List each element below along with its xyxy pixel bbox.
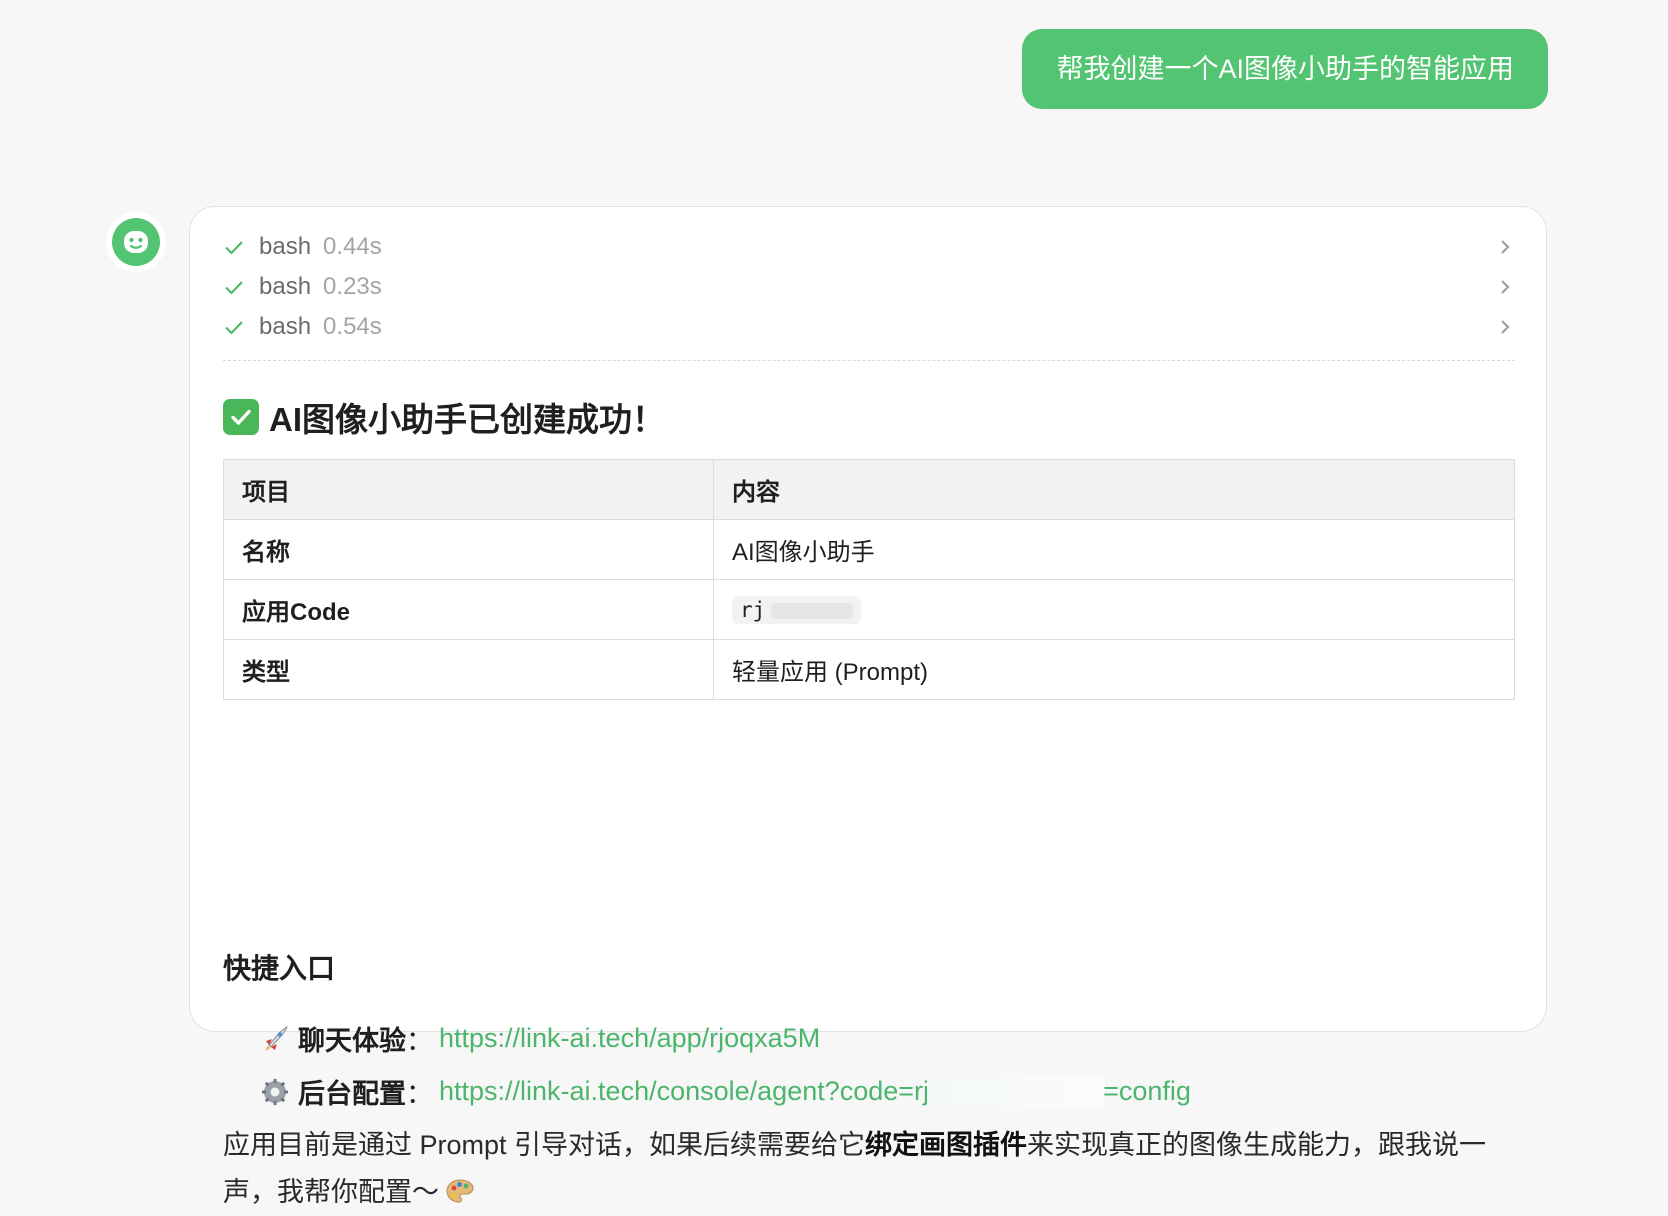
user-message-bubble: 帮我创建一个AI图像小助手的智能应用 (1022, 29, 1548, 109)
heading-text: AI图像小助手已创建成功！ (269, 401, 665, 438)
colon: ： (406, 1026, 433, 1056)
table-key-cell: 应用Code (223, 579, 714, 640)
assistant-avatar (112, 218, 160, 266)
table-header-cell: 项目 (223, 459, 714, 520)
redacted-area (927, 1077, 1106, 1108)
table-header-row: 项目 内容 (223, 459, 1515, 520)
chat-experience-link[interactable]: https://link-ai.tech/app/rjoqxa5M (439, 1023, 820, 1054)
shortcuts-heading: 快捷入口 (223, 953, 336, 984)
tool-call-list: bash 0.44s bash 0.23s bash 0.54s (223, 227, 1515, 347)
app-code-text: rj (740, 597, 766, 622)
tool-name: bash (259, 313, 312, 340)
tool-call-row[interactable]: bash 0.44s (223, 227, 1515, 267)
table-row: 类型 轻量应用 (Prompt) (223, 639, 1515, 700)
app-info-table: 项目 内容 名称 AI图像小助手 应用Code rj 类型 轻量应用 (Prom… (223, 459, 1515, 700)
check-icon (225, 281, 243, 295)
table-value-cell: 轻量应用 (Prompt) (713, 639, 1515, 700)
table-key-cell: 名称 (223, 519, 714, 580)
tool-duration: 0.23s (323, 273, 382, 300)
link-text-start: https://link-ai.tech/console/agent?code=… (439, 1075, 930, 1106)
table-key-cell: 类型 (223, 639, 714, 700)
shortcut-list: 聊天体验 ： https://link-ai.tech/app/rjoqxa5M… (260, 1012, 1191, 1118)
check-icon (225, 241, 243, 255)
tool-duration: 0.44s (323, 233, 382, 260)
divider (223, 360, 1515, 361)
shortcut-label: 聊天体验 (298, 1026, 406, 1056)
tool-call-row[interactable]: bash 0.54s (223, 307, 1515, 347)
chevron-right-icon[interactable] (1495, 317, 1515, 337)
colon: ： (406, 1079, 433, 1109)
app-code-chip: rj (732, 595, 862, 624)
tool-name: bash (259, 233, 312, 260)
palette-icon (446, 1179, 474, 1203)
redacted-area (771, 602, 854, 619)
link-text-end: =config (1103, 1075, 1191, 1106)
table-value-cell: AI图像小助手 (713, 519, 1515, 580)
shortcut-label: 后台配置 (298, 1079, 406, 1109)
robot-face-icon (124, 231, 148, 253)
table-header-cell: 内容 (713, 459, 1515, 520)
table-value-cell: rj (713, 579, 1515, 640)
chevron-right-icon[interactable] (1495, 277, 1515, 297)
tool-call-row[interactable]: bash 0.23s (223, 267, 1515, 307)
check-icon (225, 321, 243, 335)
assistant-message-card: bash 0.44s bash 0.23s bash 0.54s AI图像小助手… (189, 206, 1547, 1207)
table-row: 名称 AI图像小助手 (223, 519, 1515, 580)
gear-icon (262, 1078, 288, 1105)
chevron-right-icon[interactable] (1495, 237, 1515, 257)
backend-config-link[interactable]: https://link-ai.tech/console/agent?code=… (439, 1076, 1191, 1108)
check-mark-button-icon (223, 399, 259, 435)
result-heading: AI图像小助手已创建成功！ (223, 392, 665, 442)
closing-text: 应用目前是通过 Prompt 引导对话，如果后续需要给它 (223, 1130, 866, 1160)
rocket-icon (265, 1025, 288, 1051)
tool-name: bash (259, 273, 312, 300)
list-item: 后台配置 ： https://link-ai.tech/console/agen… (260, 1065, 1191, 1118)
closing-bold-text: 绑定画图插件 (865, 1130, 1028, 1160)
tool-duration: 0.54s (323, 313, 382, 340)
list-item: 聊天体验 ： https://link-ai.tech/app/rjoqxa5M (260, 1012, 1191, 1065)
closing-paragraph: 应用目前是通过 Prompt 引导对话，如果后续需要给它绑定画图插件来实现真正的… (223, 1122, 1523, 1216)
table-row: 应用Code rj (223, 579, 1515, 640)
